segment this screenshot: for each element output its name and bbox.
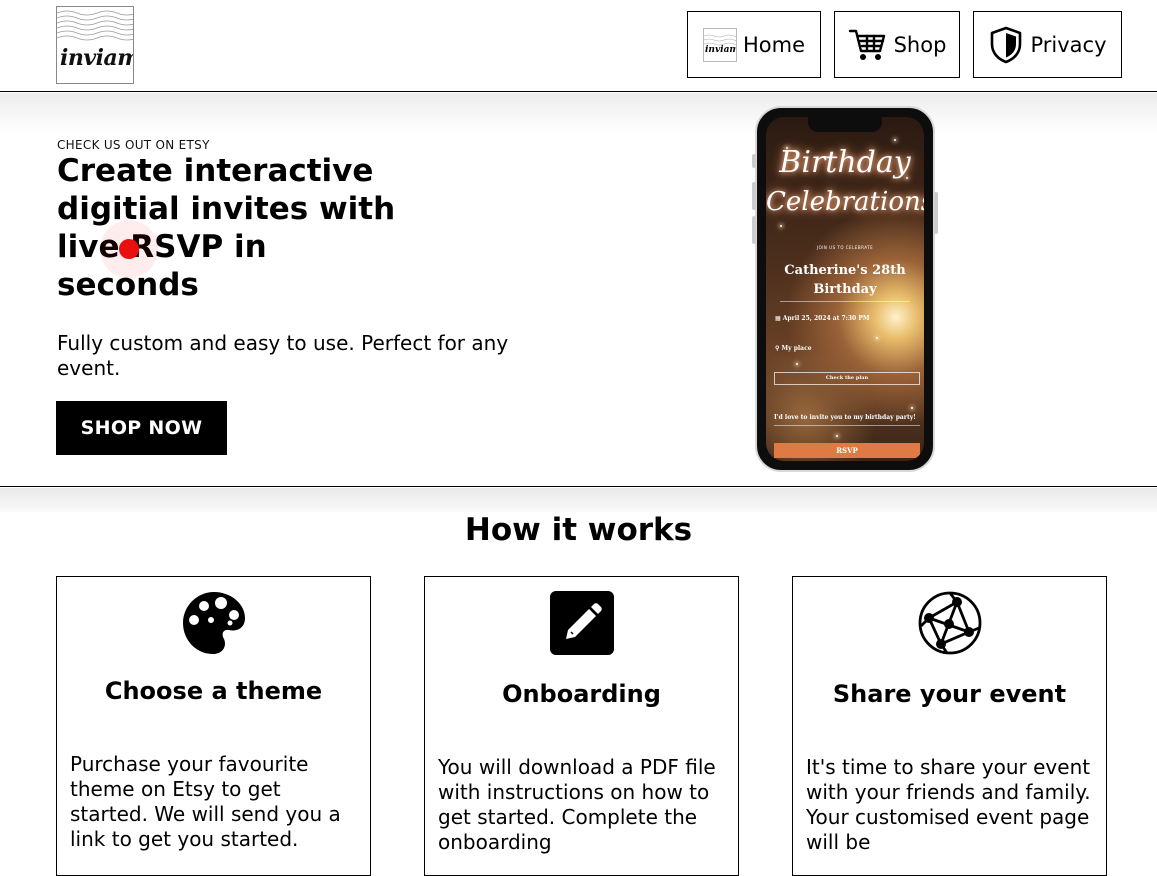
hero-subtext: Fully custom and easy to use. Perfect fo… [57, 331, 509, 380]
edit-icon [550, 591, 614, 655]
step-card-theme: Choose a theme Purchase your favourite t… [56, 576, 371, 876]
inviami-logo-icon: inviami [702, 27, 737, 62]
hero-eyebrow: CHECK US OUT ON ETSY [57, 138, 210, 152]
step-card-share: Share your event It's time to share your… [792, 576, 1107, 876]
step-title-onboarding: Onboarding [502, 680, 661, 708]
shop-now-button[interactable]: SHOP NOW [56, 401, 227, 455]
site-header: inviami inviami Home Shop Privacy [0, 0, 1157, 92]
invite-place: ⚲ My place [775, 345, 812, 352]
step-title-share: Share your event [832, 680, 1067, 708]
invite-join-text: JOIN US TO CELEBRATE [816, 245, 874, 250]
invite-title-line2: Celebrations! [766, 187, 924, 217]
palette-icon [183, 592, 245, 654]
how-it-works-title: How it works [464, 512, 693, 548]
cursor-indicator [119, 239, 139, 259]
network-globe-icon [918, 591, 982, 655]
invite-rsvp-button: RSVP [774, 443, 920, 458]
nav-home-button[interactable]: inviami Home [687, 11, 821, 78]
logo-wordmark: inviami [60, 45, 133, 71]
nav-privacy-label: Privacy [1030, 32, 1107, 57]
step-card-onboarding: Onboarding You will download a PDF file … [424, 576, 739, 876]
mini-logo-text: inviami [704, 44, 736, 55]
invite-date: ▦ April 25, 2024 at 7:30 PM [775, 315, 870, 322]
phone-notch [808, 117, 882, 132]
nav-shop-label: Shop [893, 32, 947, 57]
phone-mockup: Birthday Celebrations! JOIN US TO CELEBR… [752, 106, 938, 472]
invite-check-plan: Check the plan [774, 372, 920, 385]
shield-icon [991, 26, 1022, 63]
step-body-share: It's time to share your event with your … [806, 755, 1091, 854]
nav-shop-button[interactable]: Shop [834, 11, 960, 78]
phone-screen: Birthday Celebrations! JOIN US TO CELEBR… [766, 117, 924, 461]
cart-icon [848, 29, 885, 60]
inviami-logo[interactable]: inviami [56, 6, 134, 84]
section-divider-shadow [0, 488, 1157, 512]
step-body-onboarding: You will download a PDF file with instru… [438, 755, 716, 854]
invite-event-name: Catherine's 28th Birthday [780, 261, 910, 302]
nav-privacy-button[interactable]: Privacy [973, 11, 1122, 78]
invite-message: I'd love to invite you to my birthday pa… [774, 414, 920, 426]
nav-home-label: Home [742, 32, 805, 57]
wave-pattern [57, 10, 133, 41]
step-title-theme: Choose a theme [104, 677, 323, 705]
step-body-theme: Purchase your favourite theme on Etsy to… [70, 752, 341, 851]
invite-title-line1: Birthday [779, 145, 911, 180]
